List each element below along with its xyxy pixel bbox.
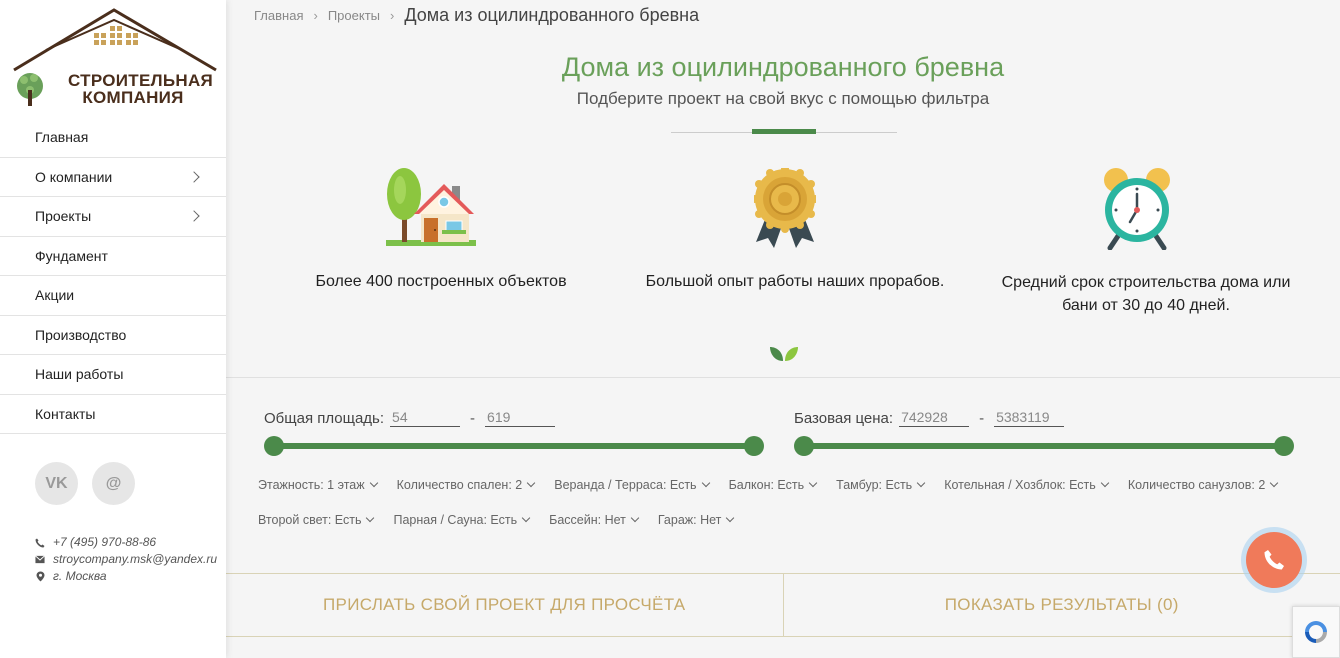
breadcrumb-home[interactable]: Главная: [254, 8, 303, 23]
feature-experience: Большой опыт работы наших прорабов.: [645, 273, 945, 290]
logo-line2: КОМПАНИЯ: [82, 88, 184, 107]
filter-balcony[interactable]: Балкон: Есть: [729, 478, 818, 492]
filter-sauna[interactable]: Парная / Сауна: Есть: [393, 513, 531, 527]
chevron-down-icon: [726, 513, 735, 523]
tree-icon: [17, 73, 43, 106]
area-slider-max-handle[interactable]: [744, 436, 764, 456]
chevron-down-icon: [630, 513, 640, 523]
contact-email[interactable]: stroycompany.msk@yandex.ru: [53, 551, 217, 568]
callback-button[interactable]: [1246, 532, 1302, 588]
email-at-icon[interactable]: @: [92, 462, 135, 505]
recaptcha-badge[interactable]: [1292, 606, 1340, 658]
chevron-right-icon: [188, 171, 200, 183]
main-nav: Главная О компании Проекты Фундамент Акц…: [0, 118, 226, 434]
filter-vestibule[interactable]: Тамбур: Есть: [836, 478, 926, 492]
breadcrumb-projects[interactable]: Проекты: [328, 8, 380, 23]
chevron-down-icon: [366, 513, 375, 523]
chevron-down-icon: [1270, 478, 1279, 488]
feature-objects: Более 400 построенных объектов: [315, 273, 567, 290]
chevron-right-icon: [188, 210, 200, 222]
logo-line1: СТРОИТЕЛЬНАЯ: [68, 71, 214, 90]
nav-item-our-works[interactable]: Наши работы: [0, 355, 226, 395]
filter-floors[interactable]: Этажность: 1 этаж: [258, 478, 378, 492]
filter-bathrooms[interactable]: Количество санузлов: 2: [1128, 478, 1279, 492]
recaptcha-icon: [1305, 621, 1327, 643]
breadcrumb: Главная › Проекты › Дома из оцилиндрован…: [254, 5, 699, 26]
title-divider: [671, 129, 897, 134]
price-slider-max-handle[interactable]: [1274, 436, 1294, 456]
nav-item-foundation[interactable]: Фундамент: [0, 237, 226, 276]
map-pin-icon: [35, 571, 45, 582]
show-results-button[interactable]: ПОКАЗАТЬ РЕЗУЛЬТАТЫ (0): [782, 574, 1340, 636]
chevron-down-icon: [369, 478, 378, 488]
nav-item-contacts[interactable]: Контакты: [0, 395, 226, 434]
nav-item-promotions[interactable]: Акции: [0, 276, 226, 316]
feature-timeline: Средний срок строительства дома или бани…: [1001, 274, 1291, 314]
chevron-down-icon: [916, 478, 926, 488]
page-subtitle: Подберите проект на свой вкус с помощью …: [576, 89, 990, 108]
award-medal-icon: [754, 168, 816, 248]
main-content: Главная › Проекты › Дома из оцилиндрован…: [226, 0, 1340, 658]
filter-veranda[interactable]: Веранда / Терраса: Есть: [554, 478, 710, 492]
contact-phone[interactable]: +7 (495) 970-88-86: [53, 534, 156, 551]
price-min-input[interactable]: 742928: [899, 409, 970, 427]
action-bar: ПРИСЛАТЬ СВОЙ ПРОЕКТ ДЛЯ ПРОСЧЁТА ПОКАЗА…: [226, 573, 1340, 637]
area-min-input[interactable]: 54: [390, 409, 461, 427]
social-links: VK @: [35, 462, 135, 505]
filter-bedrooms[interactable]: Количество спален: 2: [397, 478, 536, 492]
filter-row-1: Этажность: 1 этаж Количество спален: 2 В…: [258, 478, 1279, 492]
contact-city: г. Москва: [53, 569, 107, 583]
area-slider-min-handle[interactable]: [264, 436, 284, 456]
vk-icon[interactable]: VK: [35, 462, 78, 505]
breadcrumb-separator-icon: ›: [390, 8, 395, 23]
page-title: Дома из оцилиндрованного бревна: [561, 52, 1005, 82]
chevron-down-icon: [526, 478, 536, 488]
envelope-icon: [35, 555, 45, 565]
filter-boiler-room[interactable]: Котельная / Хозблок: Есть: [944, 478, 1110, 492]
nav-item-home[interactable]: Главная: [0, 118, 226, 158]
filter-pool[interactable]: Бассейн: Нет: [549, 513, 640, 527]
filter-garage[interactable]: Гараж: Нет: [658, 513, 735, 527]
area-range: Общая площадь: 54 - 619: [264, 409, 556, 427]
price-range: Базовая цена: 742928 - 5383119: [794, 409, 1065, 427]
company-logo[interactable]: СТРОИТЕЛЬНАЯ КОМПАНИЯ: [10, 6, 220, 114]
nav-item-about[interactable]: О компании: [0, 158, 226, 197]
price-label: Базовая цена:: [794, 410, 894, 427]
contact-info: +7 (495) 970-88-86 stroycompany.msk@yand…: [35, 534, 217, 585]
chevron-down-icon: [808, 478, 818, 488]
filter-row-2: Второй свет: Есть Парная / Сауна: Есть Б…: [258, 513, 735, 527]
sidebar: СТРОИТЕЛЬНАЯ КОМПАНИЯ Главная О компании…: [0, 0, 226, 658]
chevron-down-icon: [1100, 478, 1110, 488]
price-max-input[interactable]: 5383119: [994, 409, 1065, 427]
house-tree-icon: [386, 168, 476, 246]
area-slider[interactable]: [264, 436, 764, 456]
breadcrumb-current: Дома из оцилиндрованного бревна: [404, 5, 700, 25]
phone-icon: [1264, 550, 1284, 570]
price-slider-min-handle[interactable]: [794, 436, 814, 456]
breadcrumb-separator-icon: ›: [313, 8, 318, 23]
filter-second-light[interactable]: Второй свет: Есть: [258, 513, 375, 527]
area-max-input[interactable]: 619: [485, 409, 556, 427]
phone-icon: [35, 538, 45, 548]
chevron-down-icon: [521, 513, 531, 523]
price-slider[interactable]: [794, 436, 1294, 456]
nav-item-projects[interactable]: Проекты: [0, 197, 226, 237]
nav-item-production[interactable]: Производство: [0, 316, 226, 355]
alarm-clock-icon: [1104, 168, 1170, 250]
area-label: Общая площадь:: [264, 410, 385, 427]
chevron-down-icon: [701, 478, 710, 488]
send-project-button[interactable]: ПРИСЛАТЬ СВОЙ ПРОЕКТ ДЛЯ ПРОСЧЁТА: [226, 574, 783, 636]
leaf-icon: [770, 347, 798, 361]
